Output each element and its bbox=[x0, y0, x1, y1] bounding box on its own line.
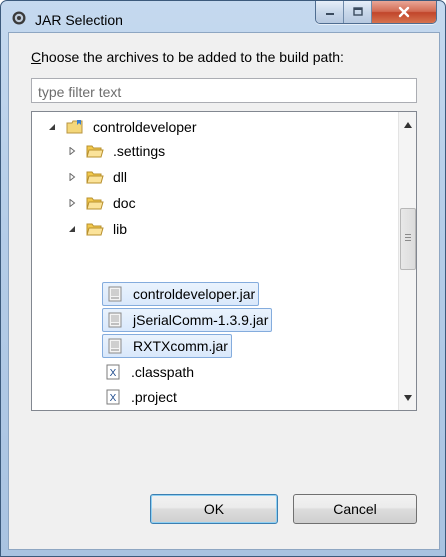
tree-item-label: dll bbox=[113, 169, 128, 185]
tree-item-folder[interactable]: .settings bbox=[66, 139, 168, 163]
folder-icon bbox=[86, 195, 104, 211]
svg-text:X: X bbox=[110, 393, 117, 404]
prompt-text: hoose the archives to be added to the bu… bbox=[41, 49, 344, 65]
tree-item-project[interactable]: controldeveloper bbox=[46, 115, 200, 139]
close-icon bbox=[398, 6, 410, 18]
close-button[interactable] bbox=[372, 1, 436, 23]
jar-file-icon bbox=[106, 338, 124, 354]
cancel-button[interactable]: Cancel bbox=[293, 494, 417, 524]
prompt-accelerator: C bbox=[31, 49, 42, 65]
tree-item-file[interactable]: X .classpath bbox=[104, 360, 197, 384]
minimize-icon bbox=[325, 13, 334, 15]
jar-selection-window: JAR Selection Choose the archives to be bbox=[0, 0, 446, 557]
tree-item-label: doc bbox=[113, 195, 136, 211]
grip-line bbox=[405, 240, 411, 241]
xml-file-icon: X bbox=[104, 389, 122, 405]
filter-input[interactable] bbox=[31, 78, 417, 103]
grip-line bbox=[405, 237, 411, 238]
tree-item-label: controldeveloper.jar bbox=[133, 286, 256, 302]
tree-item-label: .settings bbox=[113, 143, 166, 159]
jar-file-icon bbox=[106, 286, 124, 302]
tree-item-jar-selected[interactable]: RXTXcomm.jar bbox=[102, 334, 232, 358]
prompt-label: Choose the archives to be added to the b… bbox=[31, 49, 344, 65]
tree-item-label: controldeveloper bbox=[93, 119, 197, 135]
project-folder-icon bbox=[66, 119, 84, 135]
tree-item-lib-folder[interactable]: lib bbox=[66, 217, 130, 241]
tree-item-folder[interactable]: doc bbox=[66, 191, 139, 215]
folder-icon bbox=[86, 169, 104, 185]
title-bar[interactable]: JAR Selection bbox=[1, 1, 445, 31]
minimize-button[interactable] bbox=[316, 1, 344, 23]
tree-item-label: lib bbox=[113, 221, 128, 237]
tree-item-label: .classpath bbox=[131, 364, 195, 380]
expand-arrow-icon[interactable] bbox=[66, 145, 78, 157]
app-gear-icon bbox=[12, 11, 26, 25]
collapse-arrow-icon[interactable] bbox=[46, 121, 58, 133]
expand-arrow-icon[interactable] bbox=[66, 171, 78, 183]
vertical-scrollbar[interactable] bbox=[398, 112, 416, 410]
tree-item-jar-selected[interactable]: jSerialComm-1.3.9.jar bbox=[102, 308, 273, 332]
xml-file-icon: X bbox=[104, 364, 122, 380]
collapse-arrow-icon[interactable] bbox=[66, 223, 78, 235]
tree-item-label: .project bbox=[131, 389, 177, 405]
maximize-icon bbox=[352, 7, 363, 16]
tree-item-jar-selected[interactable]: controldeveloper.jar bbox=[102, 282, 260, 306]
scroll-down-arrow-icon[interactable] bbox=[399, 389, 416, 406]
grip-line bbox=[405, 234, 411, 235]
expand-arrow-icon[interactable] bbox=[66, 197, 78, 209]
tree-item-file[interactable]: X .project bbox=[104, 385, 180, 409]
jar-file-icon bbox=[106, 312, 124, 328]
window-title: JAR Selection bbox=[35, 12, 123, 28]
scroll-up-arrow-icon[interactable] bbox=[399, 116, 416, 133]
ok-button[interactable]: OK bbox=[150, 494, 278, 524]
tree-item-label: RXTXcomm.jar bbox=[133, 338, 228, 354]
folder-icon bbox=[86, 143, 104, 159]
open-folder-icon bbox=[86, 221, 104, 237]
svg-text:X: X bbox=[110, 368, 117, 379]
archive-tree[interactable]: controldeveloper .settings dll doc lib c… bbox=[31, 111, 417, 411]
tree-item-label: jSerialComm-1.3.9.jar bbox=[133, 312, 269, 328]
maximize-button[interactable] bbox=[344, 1, 372, 23]
tree-item-folder[interactable]: dll bbox=[66, 165, 130, 189]
caption-buttons bbox=[315, 1, 437, 24]
scrollbar-thumb[interactable] bbox=[400, 208, 416, 270]
